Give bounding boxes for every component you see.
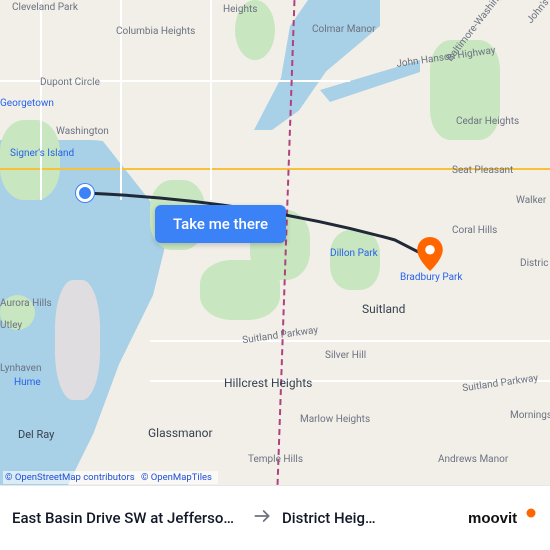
map-container: Cleveland Park Columbia Heights Heights … [0,0,550,550]
map-attribution[interactable]: © OpenStreetMap contributors © OpenMapTi… [3,471,218,484]
place-label: Suitland [362,302,405,316]
take-me-there-button[interactable]: Take me there [155,205,286,243]
place-label: Suitland Parkway [462,373,539,395]
place-label: Washington [56,126,109,137]
place-label: Cleveland Park [12,2,78,13]
park-area [0,295,35,330]
road-major [0,168,550,170]
park-area [0,120,60,200]
park-area [200,260,280,320]
road [150,380,550,382]
place-label: Hillcrest Heights [224,376,312,390]
moovit-logo[interactable]: moovit [468,507,538,529]
place-label: Columbia Heights [116,26,195,37]
place-label: Seat Pleasant [452,165,513,176]
svg-text:moovit: moovit [468,510,517,527]
destination-marker[interactable] [417,237,443,263]
park-area [235,0,275,60]
road [40,0,42,200]
park-area [330,230,380,290]
place-label: Walker [516,195,546,206]
place-label: Temple Hills [248,454,303,465]
place-label: John's [525,0,550,26]
road [210,0,212,200]
place-label: Mornings [510,410,550,421]
place-label: Georgetown [0,98,54,109]
river-anacostia-upper [320,60,420,120]
place-label: Glassmanor [148,426,213,440]
place-label: Coral Hills [452,225,497,236]
road [120,0,122,200]
road [0,80,350,82]
airport-area [55,280,100,400]
place-label: Bradbury Park [400,272,462,283]
route-origin-label: East Basin Drive SW at Jefferson … [12,509,242,527]
place-label: Silver Hill [325,350,366,361]
route-destination-label: District Heig… [282,509,412,527]
arrow-right-icon [252,506,272,530]
attribution-omt[interactable]: © OpenMapTiles [141,472,212,483]
map-canvas[interactable]: Cleveland Park Columbia Heights Heights … [0,0,550,485]
attribution-osm[interactable]: © OpenStreetMap contributors [5,472,135,483]
place-label: Marlow Heights [300,414,370,425]
park-area [430,40,500,140]
road [150,340,550,342]
bottom-route-bar: East Basin Drive SW at Jefferson … Distr… [0,485,550,550]
place-label: Suitland Parkway [242,325,319,347]
route-summary[interactable]: East Basin Drive SW at Jefferson … Distr… [12,506,458,530]
origin-marker[interactable] [76,184,94,202]
place-label: Andrews Manor [438,454,508,465]
place-label: Dupont Circle [40,77,100,88]
place-label: Distric [520,258,548,269]
